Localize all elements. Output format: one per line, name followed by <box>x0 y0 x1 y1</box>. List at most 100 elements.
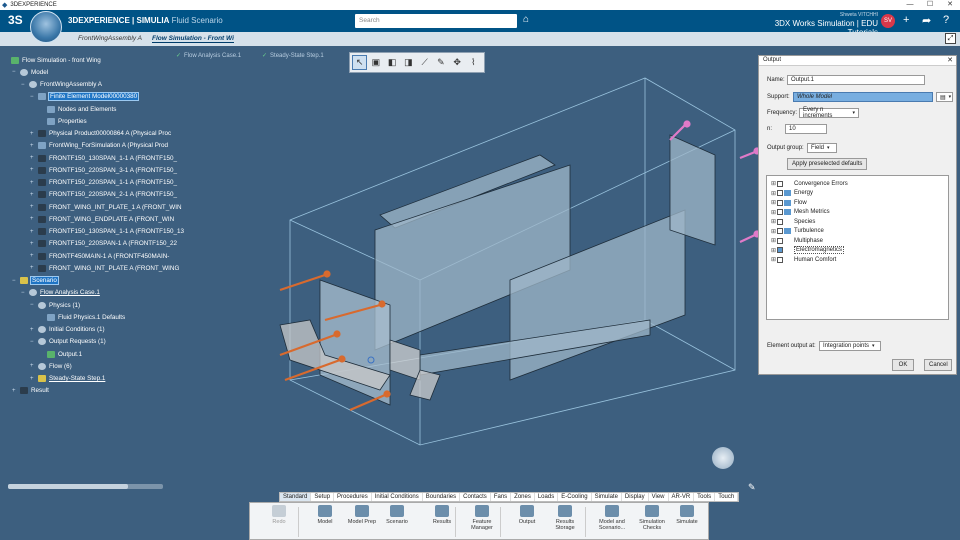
minimize-button[interactable]: — <box>900 0 920 10</box>
select-edge-icon[interactable]: ⟋ <box>417 55 432 70</box>
tree-item[interactable]: + FRONT_WING_INT_PLATE_1 A (FRONT_WIN <box>30 202 182 212</box>
tag-icon[interactable]: ⌂ <box>523 14 529 25</box>
tree-item[interactable]: + FRONTF450MAIN-1 A (FRONTF450MAIN- <box>30 251 169 261</box>
output-variable-item[interactable]: ⊞ Convergence Errors <box>771 179 848 188</box>
ribbon-command[interactable]: Simulation Checks <box>635 505 669 531</box>
select-arrow-icon[interactable]: ↖ <box>352 55 368 70</box>
tree-expander-icon[interactable]: + <box>30 216 36 222</box>
tree-expander-icon[interactable]: + <box>30 327 36 333</box>
dialog-close-icon[interactable]: ✕ <box>947 56 953 64</box>
ok-button[interactable]: OK <box>892 359 914 371</box>
ribbon-tab[interactable]: View <box>649 493 669 501</box>
tree-item[interactable]: Properties <box>39 116 87 126</box>
output-checkbox[interactable] <box>777 190 783 196</box>
tree-expander-icon[interactable]: + <box>30 143 36 149</box>
tab-flow-simulation[interactable]: Flow Simulation - Front Wi <box>152 35 234 43</box>
tree-expander-icon[interactable]: + <box>30 192 36 198</box>
tree-item[interactable]: + FrontWing_ForSimulation A (Physical Pro… <box>30 141 168 151</box>
maximize-button[interactable]: ☐ <box>920 0 940 10</box>
ribbon-tab[interactable]: Setup <box>311 493 335 501</box>
output-variable-item[interactable]: ⊞ Species <box>771 217 815 226</box>
ribbon-command[interactable]: Model <box>308 505 342 525</box>
breadcrumb-analysis[interactable]: ✓ Flow Analysis Case.1 <box>176 52 241 60</box>
output-group-select[interactable]: Field ▾ <box>807 143 837 153</box>
ribbon-tab[interactable]: Boundaries <box>423 493 461 501</box>
tree-item[interactable]: + FRONT_WING_INT_PLATE A (FRONT_WING <box>30 263 179 273</box>
output-variable-item[interactable]: ⊞ Turbulence <box>771 227 824 236</box>
ribbon-command[interactable]: Redo <box>262 505 296 525</box>
tree-expander-icon[interactable]: − <box>21 82 27 88</box>
output-checkbox[interactable] <box>777 228 783 234</box>
ribbon-tab[interactable]: Standard <box>280 493 312 501</box>
expand-plus-icon[interactable]: ⊞ <box>771 199 776 206</box>
tree-item[interactable]: − Scenario <box>12 276 59 286</box>
ribbon-tab[interactable]: Procedures <box>334 493 372 501</box>
expand-plus-icon[interactable]: ⊞ <box>771 218 776 225</box>
cancel-button[interactable]: Cancel <box>924 359 952 371</box>
output-checkbox[interactable] <box>777 247 783 253</box>
expand-plus-icon[interactable]: ⊞ <box>771 190 776 197</box>
tree-expander-icon[interactable]: + <box>30 363 36 369</box>
tree-item[interactable]: − Finite Element Model00000380 <box>30 92 140 102</box>
ribbon-tab[interactable]: AR-VR <box>669 493 695 501</box>
tree-item[interactable]: + Physical Product00000864 A (Physical Pr… <box>30 129 171 139</box>
expand-plus-icon[interactable]: ⊞ <box>771 247 776 254</box>
ribbon-tab[interactable]: Fans <box>491 493 512 501</box>
tree-item[interactable]: − FrontWingAssembly A <box>21 80 102 90</box>
close-button[interactable]: ✕ <box>940 0 960 10</box>
tree-expander-icon[interactable]: − <box>12 69 18 75</box>
tree-expander-icon[interactable]: + <box>30 241 36 247</box>
tree-expander-icon[interactable]: + <box>30 265 36 271</box>
pencil-icon[interactable]: ✎ <box>748 482 756 493</box>
expand-plus-icon[interactable]: ⊞ <box>771 256 776 263</box>
apply-defaults-button[interactable]: Apply preselected defaults <box>787 158 868 170</box>
tree-expander-icon[interactable]: + <box>30 180 36 186</box>
tree-item[interactable]: + FRONTF150_220SPAN-1 A (FRONTF150_22 <box>30 239 177 249</box>
output-checkbox[interactable] <box>777 256 783 263</box>
expand-plus-icon[interactable]: ⊞ <box>771 237 776 244</box>
expand-plus-icon[interactable]: ⊞ <box>771 180 776 187</box>
output-checkbox[interactable] <box>777 218 783 225</box>
tree-item[interactable]: − Flow Analysis Case.1 <box>21 288 100 298</box>
output-checkbox[interactable] <box>777 180 783 187</box>
ribbon-tab[interactable]: Touch <box>715 493 739 501</box>
front-wing-model[interactable] <box>270 70 780 470</box>
tree-item[interactable]: + FRONTF150_220SPAN_1-1 A (FRONTF150_ <box>30 178 177 188</box>
tree-item[interactable]: + Steady-State Step.1 <box>30 374 105 384</box>
ribbon-command[interactable]: Results Storage <box>548 505 582 531</box>
tree-expander-icon[interactable]: − <box>12 278 18 284</box>
select-face-icon[interactable]: ◨ <box>401 55 416 70</box>
search-input[interactable]: Search <box>355 14 517 28</box>
ribbon-command[interactable]: Model and Scenario... <box>595 505 629 531</box>
tree-expander-icon[interactable]: + <box>30 155 36 161</box>
avatar[interactable]: SV <box>881 14 895 28</box>
output-checkbox[interactable] <box>777 209 783 215</box>
tree-expander-icon[interactable]: + <box>30 229 36 235</box>
paint-select-icon[interactable]: ⌇ <box>466 55 481 70</box>
ribbon-tab[interactable]: Loads <box>535 493 559 501</box>
select-box-icon[interactable]: ▣ <box>368 55 383 70</box>
tree-item[interactable]: − Model <box>12 67 48 77</box>
tree-expander-icon[interactable]: − <box>30 94 36 100</box>
tree-expander-icon[interactable]: + <box>30 167 36 173</box>
tree-item[interactable]: Fluid Physics.1 Defaults <box>39 312 125 322</box>
ribbon-command[interactable]: Simulate <box>670 505 704 525</box>
share-icon[interactable]: ➦ <box>922 14 931 27</box>
expand-plus-icon[interactable]: ⊞ <box>771 209 776 216</box>
ribbon-command[interactable]: Feature Manager <box>465 505 499 531</box>
ribbon-tab[interactable]: Contacts <box>460 493 491 501</box>
select-cube-icon[interactable]: ◧ <box>385 55 400 70</box>
add-icon[interactable]: + <box>903 14 909 26</box>
breadcrumb-step[interactable]: ✓ Steady-State Step.1 <box>262 52 324 60</box>
expand-plus-icon[interactable]: ⊞ <box>771 228 776 235</box>
tree-item[interactable]: − Output Requests (1) <box>30 337 106 347</box>
ribbon-command[interactable]: Results <box>425 505 459 525</box>
output-variable-item[interactable]: ⊞ Energy <box>771 189 813 198</box>
tree-item[interactable]: + FRONTF150_130SPAN_1-1 A (FRONTF150_13 <box>30 227 184 237</box>
output-variable-item[interactable]: ⊞ Flow <box>771 198 807 207</box>
tree-expander-icon[interactable]: − <box>30 339 36 345</box>
support-field[interactable]: Whole Model <box>793 92 933 102</box>
frequency-select[interactable]: Every n increments ▾ <box>799 107 859 119</box>
tree-item[interactable]: + Initial Conditions (1) <box>30 325 105 335</box>
tree-item[interactable]: + FRONTF150_220SPAN_2-1 A (FRONTF150_ <box>30 190 177 200</box>
